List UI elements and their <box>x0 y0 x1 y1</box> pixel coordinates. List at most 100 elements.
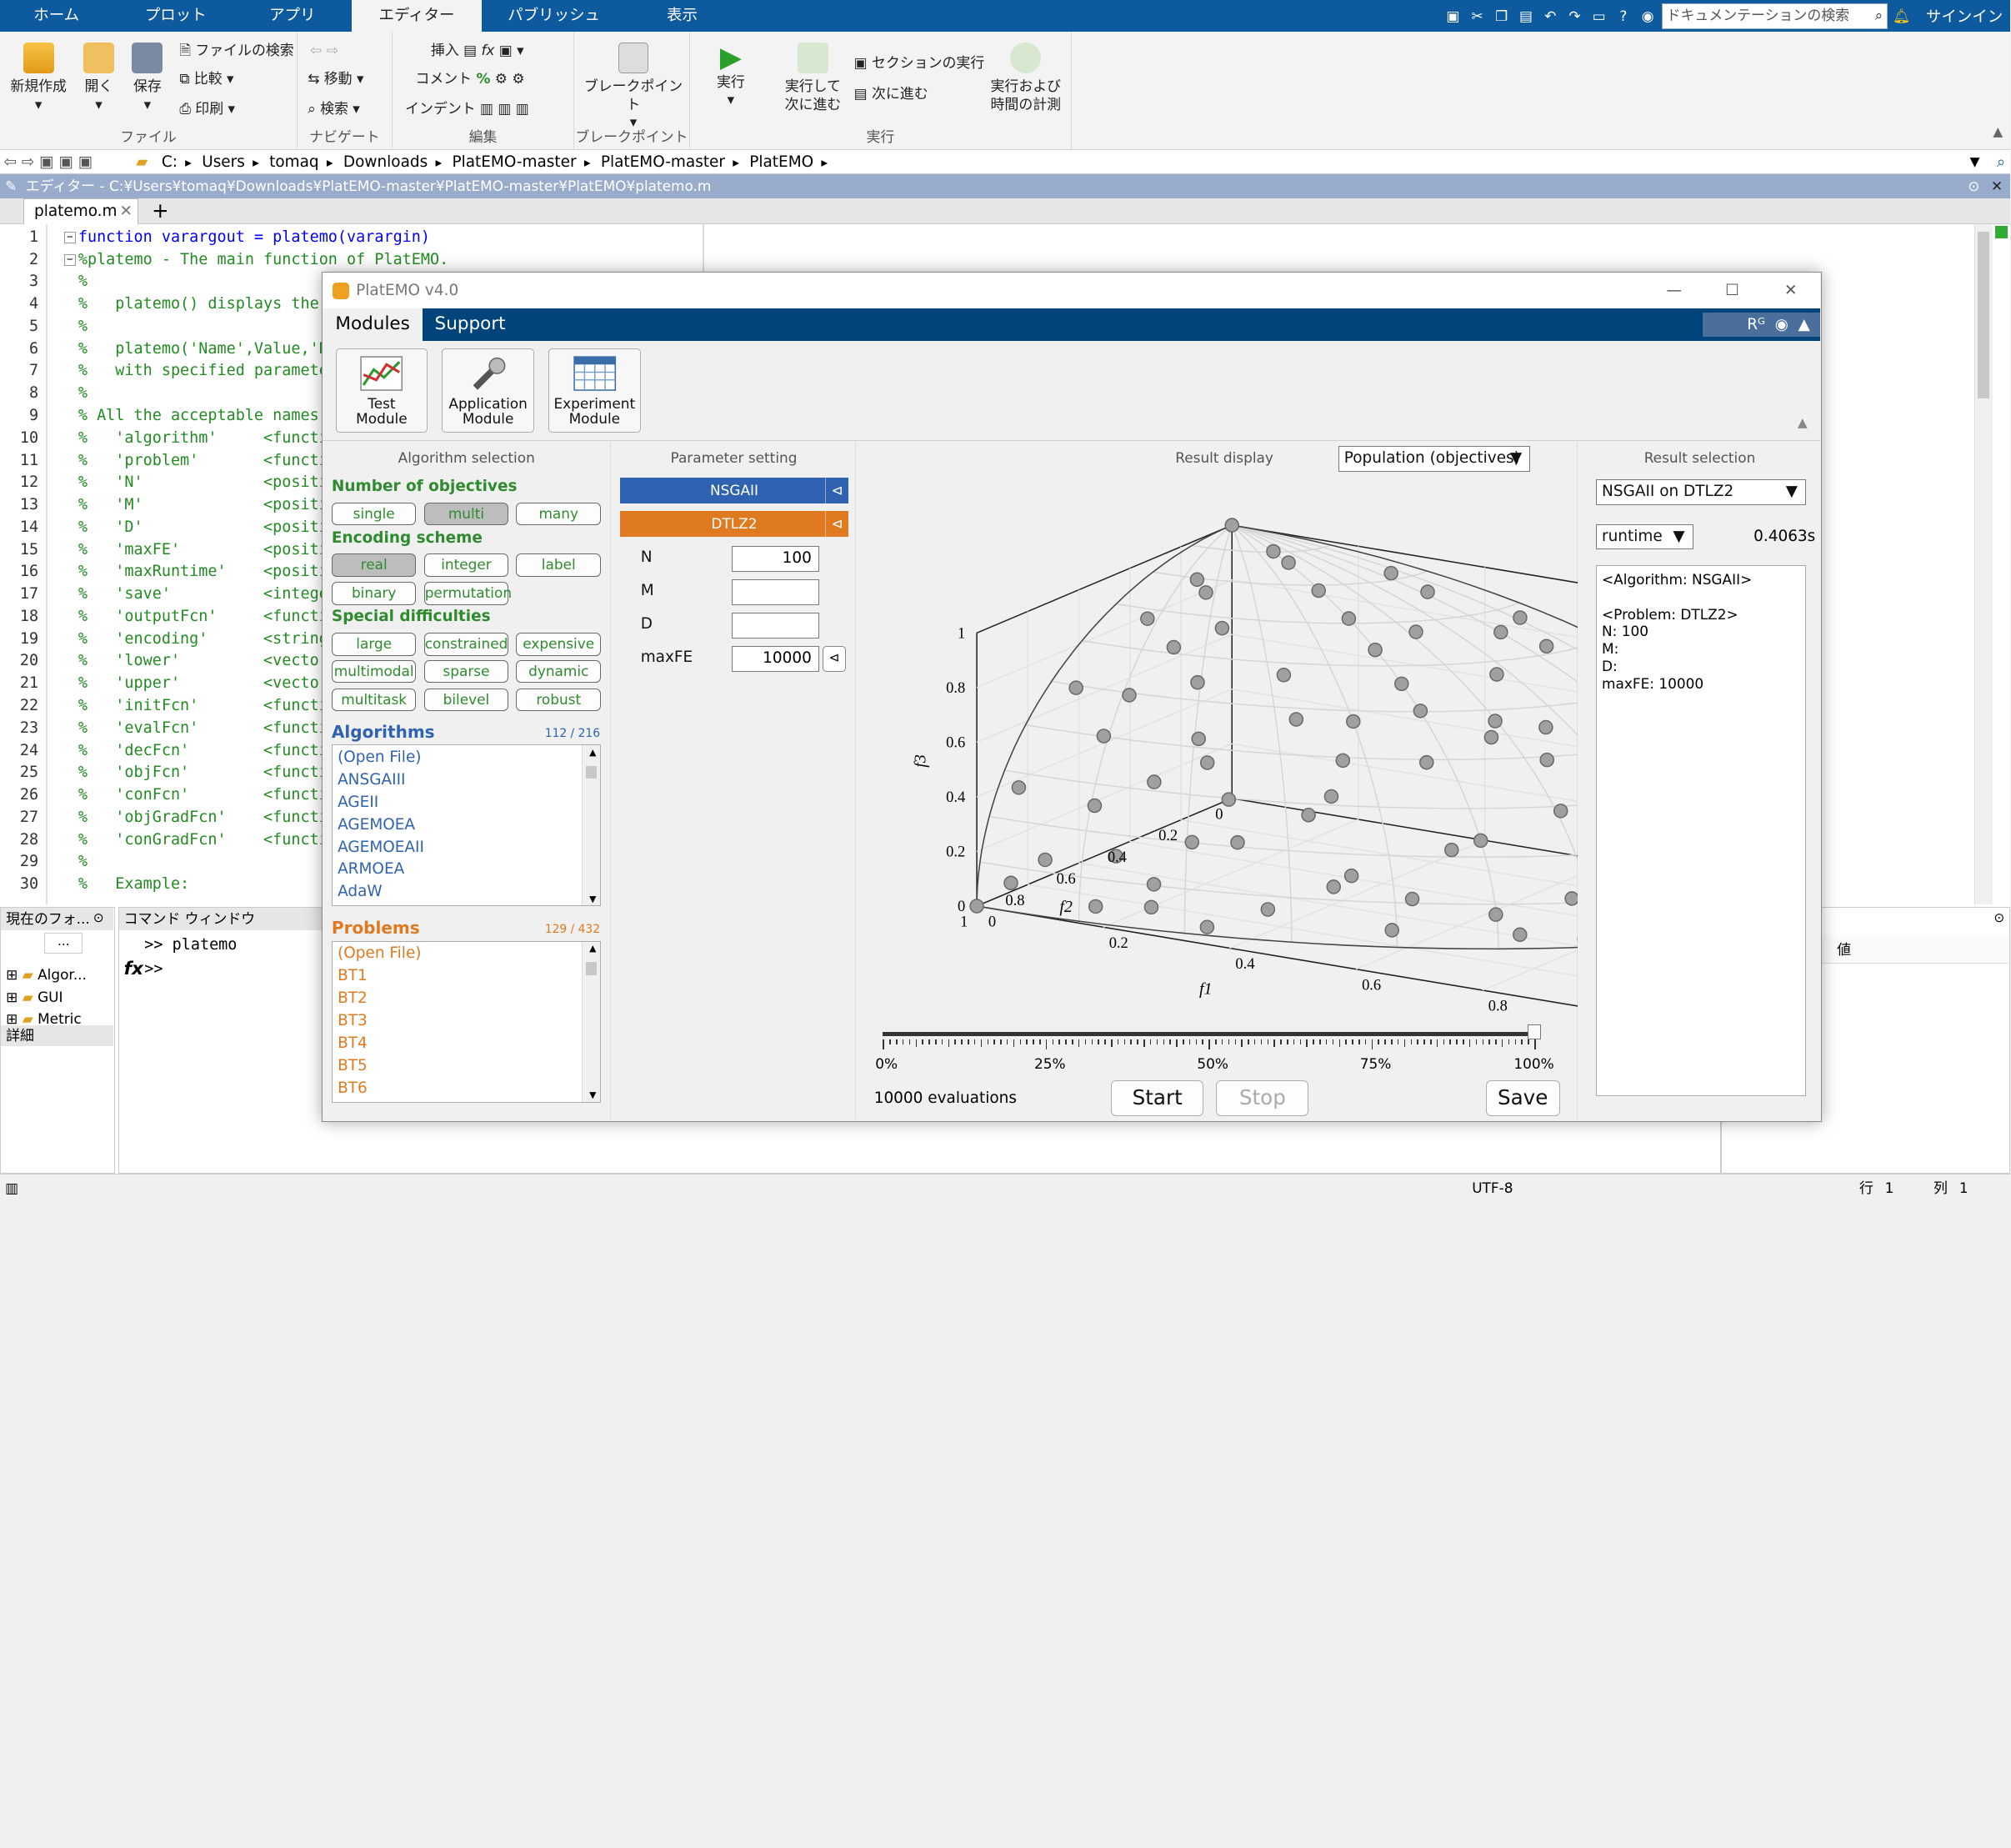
help-icon[interactable]: ? <box>1613 6 1634 27</box>
enc-integer-button[interactable]: integer <box>424 553 509 577</box>
code-line[interactable]: % platemo() displays the GU <box>78 295 347 313</box>
goto-button[interactable]: ⇆ 移動 ▾ <box>308 68 363 89</box>
display-mode-dropdown[interactable]: Population (objectives)▼ <box>1338 446 1531 472</box>
scroll-down-icon[interactable]: ▼ <box>589 1089 596 1100</box>
editor-scrollbar[interactable] <box>1974 224 1993 904</box>
code-line[interactable]: % <box>78 853 88 870</box>
menu-support[interactable]: Support <box>423 308 518 340</box>
spec-bilevel-button[interactable]: bilevel <box>424 689 509 712</box>
list-item[interactable]: AGEII <box>338 792 378 814</box>
code-line[interactable]: % 'objFcn' <function <box>78 764 347 781</box>
insert-button[interactable]: 挿入 ▤ fx ▣ ▾ <box>431 40 524 61</box>
collapse-icon[interactable]: ▲ <box>1798 415 1808 430</box>
stop-button[interactable]: Stop <box>1216 1080 1308 1116</box>
tab-home[interactable]: ホーム <box>0 0 113 32</box>
code-line[interactable]: % 'conFcn' <function <box>78 786 347 804</box>
close-icon[interactable]: ✕ <box>120 199 133 223</box>
pane-menu-icon[interactable]: ⊙ <box>93 910 104 925</box>
start-button[interactable]: Start <box>1111 1080 1203 1116</box>
param-maxfe-input[interactable]: 10000 <box>732 646 819 672</box>
list-item[interactable]: AGEMOEAII <box>338 837 424 859</box>
command-prompt[interactable]: >> <box>144 960 163 978</box>
tab-view[interactable]: 表示 <box>623 0 742 32</box>
print-button[interactable]: ⎙ 印刷 ▾ <box>179 98 235 119</box>
find-button[interactable]: ⌕ 検索 ▾ <box>308 98 360 119</box>
enc-label-button[interactable]: label <box>516 553 601 577</box>
code-line[interactable]: % 'M' <positive <box>78 496 347 513</box>
run-button[interactable]: ▶実行▾ <box>703 43 759 109</box>
path-breadcrumb[interactable]: C:▸Users▸tomaq▸Downloads▸PlatEMO-master▸… <box>162 150 838 175</box>
compare-button[interactable]: ⧉ 比較 ▾ <box>179 68 233 89</box>
path-dropdown-icon[interactable]: ▼ <box>1970 150 1980 174</box>
code-line[interactable]: % 'conGradFcn' <function <box>78 831 347 849</box>
code-line[interactable]: % 'maxRuntime' <positive <box>78 563 347 580</box>
save-button[interactable]: Save <box>1486 1080 1560 1116</box>
list-item[interactable]: ⊞ ▰ Algor... <box>6 964 87 985</box>
pareto-front-3d-plot[interactable]: 00.20.40.60.8100.20.40.60.8100.20.40.60.… <box>858 473 1578 1011</box>
list-item[interactable]: BT4 <box>338 1033 368 1054</box>
code-line[interactable]: % <box>78 318 88 335</box>
spec-multimodal-button[interactable]: multimodal <box>332 660 417 684</box>
list-item[interactable]: BT6 <box>338 1078 368 1099</box>
code-line[interactable]: % platemo('Name',Value,'Nam <box>78 340 347 358</box>
path-button[interactable]: ... <box>44 933 83 954</box>
close-icon[interactable]: ✕ <box>1991 174 2003 198</box>
notification-icon[interactable]: ▲ <box>1798 316 1810 333</box>
tab-publish[interactable]: パブリッシュ <box>488 0 621 32</box>
enc-permutation-button[interactable]: permutation <box>424 582 509 605</box>
list-scrollbar[interactable] <box>582 745 600 905</box>
code-line[interactable]: function varargout = platemo(varargin) <box>78 228 430 246</box>
list-item[interactable]: AdaW <box>338 881 383 903</box>
path-segment[interactable]: Downloads <box>343 153 428 171</box>
path-segment[interactable]: tomaq <box>269 153 319 171</box>
list-item[interactable]: (Open File) <box>338 943 421 964</box>
pane-menu-icon[interactable]: ⊙ <box>1993 910 2004 925</box>
tab-apps[interactable]: アプリ <box>236 0 348 32</box>
run-section-button[interactable]: ▣ セクションの実行 <box>854 53 985 73</box>
problem-edit-icon[interactable]: ⊲ <box>825 511 848 537</box>
code-line[interactable]: % with specified parameter <box>78 362 338 379</box>
algorithms-list[interactable]: (Open File)ANSGAIIIAGEIIAGEMOEAAGEMOEAII… <box>332 744 601 906</box>
search-icon[interactable]: ⌕ <box>1875 4 1883 28</box>
close-icon[interactable]: ✕ <box>1784 273 1797 308</box>
result-info-box[interactable]: <Algorithm: NSGAII><Problem: DTLZ2>N: 10… <box>1596 565 1806 1096</box>
new-tab-button[interactable]: + <box>146 198 174 224</box>
breadcrumb-arrow-icon[interactable]: ▸ <box>327 155 333 170</box>
application-module-button[interactable]: ApplicationModule <box>442 348 534 433</box>
code-line[interactable]: % 'algorithm' <function <box>78 429 347 447</box>
code-line[interactable]: % All the acceptable names an <box>78 407 347 424</box>
run-and-time-button[interactable]: 実行および時間の計測 <box>985 43 1067 114</box>
community-icon[interactable]: ◉ <box>1638 6 1658 27</box>
signin-link[interactable]: サインイン <box>1926 5 2003 27</box>
code-line[interactable]: % 'upper' <vector> <box>78 674 338 692</box>
spec-robust-button[interactable]: robust <box>516 689 601 712</box>
spec-expensive-button[interactable]: expensive <box>516 633 601 656</box>
code-line[interactable]: % <box>78 384 88 402</box>
tab-editor[interactable]: エディター <box>352 0 483 32</box>
code-line[interactable]: % 'decFcn' <function <box>78 742 347 759</box>
nav-arrows-icon[interactable]: ⇦ ⇨ ▣ ▣ ▣ <box>4 150 93 174</box>
list-scrollbar[interactable] <box>582 942 600 1102</box>
path-segment[interactable]: PlatEMO-master <box>601 153 725 171</box>
code-line[interactable]: % 'encoding' <string> <box>78 630 338 648</box>
breadcrumb-arrow-icon[interactable]: ▸ <box>253 155 259 170</box>
breadcrumb-arrow-icon[interactable]: ▸ <box>435 155 442 170</box>
spec-multitask-button[interactable]: multitask <box>332 689 417 712</box>
code-line[interactable]: % 'initFcn' <function <box>78 697 347 714</box>
list-item[interactable]: ANSGAIII <box>338 769 405 791</box>
code-fold-icon[interactable]: − <box>64 232 76 243</box>
maxfe-toggle-icon[interactable]: ⊲ <box>823 646 846 672</box>
result-run-dropdown[interactable]: NSGAII on DTLZ2▼ <box>1596 479 1806 505</box>
code-line[interactable]: %platemo - The main function of PlatEMO. <box>78 251 448 268</box>
spec-sparse-button[interactable]: sparse <box>424 660 509 684</box>
github-icon[interactable]: ◉ <box>1775 316 1788 333</box>
open-button[interactable]: 開く▾ <box>77 43 120 114</box>
code-line[interactable]: % 'objGradFcn' <function <box>78 809 347 826</box>
metric-dropdown[interactable]: runtime▼ <box>1596 524 1693 550</box>
obj-multi-button[interactable]: multi <box>424 503 509 526</box>
redo-icon[interactable]: ↷ <box>1564 6 1585 27</box>
switch-windows-icon[interactable]: ▭ <box>1588 6 1609 27</box>
comment-button[interactable]: コメント % ⚙ ⚙ <box>415 68 524 89</box>
enc-binary-button[interactable]: binary <box>332 582 417 605</box>
param-m-input[interactable] <box>732 579 819 605</box>
